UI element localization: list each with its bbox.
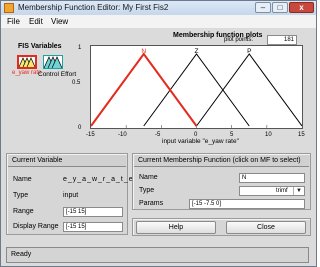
x-tick-label: 10 <box>265 132 272 138</box>
mf-curve-p[interactable] <box>196 53 303 127</box>
y-tick-0: 0 <box>78 125 82 131</box>
help-button[interactable]: Help <box>136 221 216 234</box>
x-tick-label: -10 <box>118 132 127 138</box>
x-axis-label: input variable "e_yaw rate" <box>162 138 239 145</box>
mf-params-label: Params <box>139 200 164 207</box>
close-window-button[interactable]: x <box>289 2 314 13</box>
current-variable-panel: Current Variable Name e_y_a_w_r_a_t_e Ty… <box>6 153 133 235</box>
mf-plot-svg: NZP <box>90 48 303 128</box>
plot-points-input[interactable]: 181 <box>267 35 297 45</box>
mf-editor-window: Membership Function Editor: My First Fis… <box>0 0 317 267</box>
current-variable-header: Current Variable <box>8 155 126 167</box>
display-range-input[interactable]: [-15 15] <box>63 222 123 232</box>
display-range-label: Display Range <box>13 223 59 230</box>
mf-name-label: Name <box>139 174 158 181</box>
title-bar[interactable]: Membership Function Editor: My First Fis… <box>1 1 316 15</box>
menu-bar: File Edit View <box>1 15 316 29</box>
menu-file[interactable]: File <box>7 17 20 26</box>
mf-name-input[interactable]: N <box>239 173 305 183</box>
x-tick-label: 15 <box>298 132 305 138</box>
current-mf-panel: Current Membership Function (click on MF… <box>132 153 311 210</box>
variable-name-label: Name <box>13 176 32 183</box>
x-tick-label: -15 <box>86 132 95 138</box>
output-variable-icon[interactable] <box>43 55 63 69</box>
close-button[interactable]: Close <box>226 221 306 234</box>
maximize-button[interactable]: □ <box>272 2 288 13</box>
matlab-app-icon <box>4 3 14 13</box>
variable-type-label: Type <box>13 192 29 199</box>
minimize-button[interactable]: – <box>255 2 271 13</box>
window-title: Membership Function Editor: My First Fis… <box>18 3 169 12</box>
variable-type-value: input <box>63 192 79 199</box>
mf-params-input[interactable]: [-15 -7.5 0] <box>189 199 305 209</box>
mf-type-value: trimf <box>276 188 288 194</box>
status-bar: Ready <box>6 247 309 263</box>
mf-label-n[interactable]: N <box>141 48 146 55</box>
output-mf-shape-icon <box>43 56 63 69</box>
button-panel: Help Close <box>132 218 311 236</box>
editor-body: FIS Variables e_yaw rate Control Effort … <box>1 28 316 266</box>
mf-label-z[interactable]: Z <box>195 48 199 55</box>
range-input[interactable]: [-15 15] <box>63 207 123 217</box>
input-variable-icon[interactable] <box>17 55 37 69</box>
mf-curve-z[interactable] <box>143 53 250 127</box>
chevron-down-icon[interactable]: ▼ <box>293 187 304 195</box>
menu-edit[interactable]: Edit <box>29 17 43 26</box>
range-label: Range <box>13 208 34 215</box>
plot-points-label: plot points: <box>224 37 254 43</box>
fis-variables-title: FIS Variables <box>18 43 62 50</box>
y-tick-1: 1 <box>78 45 82 51</box>
y-tick-0-5: 0.5 <box>72 80 81 86</box>
mf-type-dropdown[interactable]: trimf ▼ <box>239 186 305 196</box>
output-variable-label[interactable]: Control Effort <box>38 71 76 78</box>
input-mf-shape-icon <box>18 57 36 68</box>
mf-label-p[interactable]: P <box>247 48 251 55</box>
input-variable-label[interactable]: e_yaw rate <box>12 70 41 76</box>
mf-plot-area[interactable]: NZP <box>90 45 303 129</box>
mf-curve-n[interactable] <box>90 52 198 127</box>
current-mf-header: Current Membership Function (click on MF… <box>134 155 309 167</box>
variable-name-value: e_y_a_w_r_a_t_e <box>63 176 134 183</box>
menu-view[interactable]: View <box>51 17 68 26</box>
mf-type-label: Type <box>139 187 155 194</box>
x-tick-label: -5 <box>155 132 161 138</box>
